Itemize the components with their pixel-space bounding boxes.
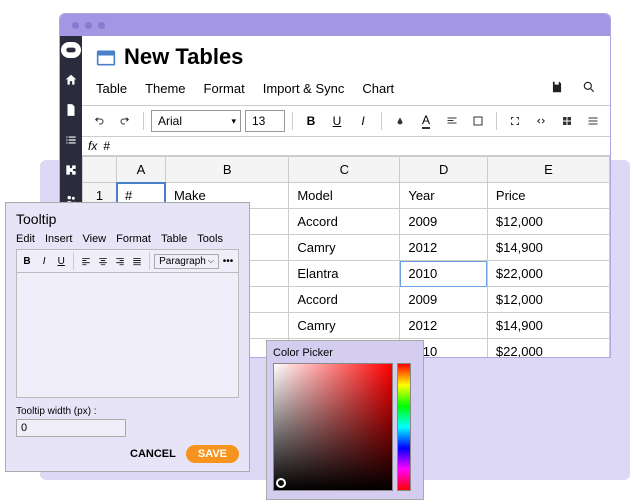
column-header[interactable]: D <box>400 157 488 183</box>
tp-paragraph-select[interactable]: Paragraph⌵ <box>154 254 219 269</box>
text-color-icon[interactable]: A <box>415 110 437 132</box>
tooltip-toolbar: B I U Paragraph⌵ ••• <box>16 249 239 273</box>
table-icon <box>96 48 116 66</box>
cancel-button[interactable]: CANCEL <box>130 448 176 460</box>
tp-align-left-icon[interactable] <box>78 252 94 270</box>
tooltip-menubar: Edit Insert View Format Table Tools <box>16 233 239 245</box>
menu-format[interactable]: Format <box>204 81 245 96</box>
tooltip-editor[interactable] <box>16 273 239 398</box>
fullscreen-icon[interactable] <box>504 110 526 132</box>
tp-menu-table[interactable]: Table <box>161 233 187 245</box>
cell[interactable]: 2012 <box>400 313 488 339</box>
menu-table[interactable]: Table <box>96 81 127 96</box>
tp-menu-insert[interactable]: Insert <box>45 233 73 245</box>
cell[interactable]: $22,000 <box>487 261 609 287</box>
column-header[interactable]: A <box>117 157 166 183</box>
window-titlebar <box>60 14 610 36</box>
undo-icon[interactable] <box>88 110 110 132</box>
font-family-select[interactable]: Arial <box>151 110 241 132</box>
column-header[interactable]: E <box>487 157 609 183</box>
home-icon[interactable] <box>63 72 79 88</box>
tp-align-center-icon[interactable] <box>95 252 111 270</box>
save-button[interactable]: SAVE <box>186 445 239 463</box>
grid-icon[interactable] <box>556 110 578 132</box>
color-picker-title: Color Picker <box>273 347 417 359</box>
fx-label: fx <box>88 139 97 153</box>
cell[interactable]: $14,900 <box>487 235 609 261</box>
puzzle-icon[interactable] <box>63 162 79 178</box>
tp-italic-icon[interactable]: I <box>36 252 52 270</box>
page-title: New Tables <box>124 44 243 70</box>
cell[interactable]: Price <box>487 183 609 209</box>
format-toolbar: Arial 13 B U I A <box>82 105 610 137</box>
more-icon[interactable] <box>582 110 604 132</box>
sidebar-toggle-icon[interactable] <box>61 42 81 58</box>
bold-icon[interactable]: B <box>300 110 322 132</box>
save-icon[interactable] <box>550 80 564 97</box>
menubar: Table Theme Format Import & Sync Chart <box>82 74 610 105</box>
cell[interactable]: $22,000 <box>487 339 609 358</box>
color-picker-panel: Color Picker <box>266 340 424 500</box>
list-icon[interactable] <box>63 132 79 148</box>
tp-more-icon[interactable]: ••• <box>220 252 236 270</box>
tp-align-justify-icon[interactable] <box>129 252 145 270</box>
tp-underline-icon[interactable]: U <box>53 252 69 270</box>
border-icon[interactable] <box>467 110 489 132</box>
tooltip-width-label: Tooltip width (px) : <box>16 406 239 417</box>
column-header[interactable]: C <box>289 157 400 183</box>
cell[interactable]: Camry <box>289 313 400 339</box>
code-icon[interactable] <box>530 110 552 132</box>
cell[interactable]: Elantra <box>289 261 400 287</box>
tooltip-width-input[interactable] <box>16 419 126 437</box>
color-gradient[interactable] <box>273 363 393 491</box>
cell[interactable]: Accord <box>289 287 400 313</box>
cell[interactable]: $12,000 <box>487 209 609 235</box>
tooltip-panel: Tooltip Edit Insert View Format Table To… <box>5 202 250 472</box>
document-icon[interactable] <box>63 102 79 118</box>
color-cursor[interactable] <box>276 478 286 488</box>
underline-icon[interactable]: U <box>326 110 348 132</box>
cell[interactable]: Camry <box>289 235 400 261</box>
search-icon[interactable] <box>582 80 596 97</box>
fx-value: # <box>103 139 110 153</box>
cell[interactable]: Accord <box>289 209 400 235</box>
formula-bar[interactable]: fx # <box>82 137 610 156</box>
tp-menu-edit[interactable]: Edit <box>16 233 35 245</box>
tp-bold-icon[interactable]: B <box>19 252 35 270</box>
align-icon[interactable] <box>441 110 463 132</box>
cell[interactable]: $14,900 <box>487 313 609 339</box>
tp-menu-tools[interactable]: Tools <box>197 233 223 245</box>
cell[interactable]: 2010 <box>400 261 488 287</box>
cell[interactable]: Year <box>400 183 488 209</box>
italic-icon[interactable]: I <box>352 110 374 132</box>
cell[interactable]: 2012 <box>400 235 488 261</box>
tp-menu-format[interactable]: Format <box>116 233 151 245</box>
redo-icon[interactable] <box>114 110 136 132</box>
tooltip-title: Tooltip <box>16 211 239 227</box>
cell[interactable]: $12,000 <box>487 287 609 313</box>
menu-import-sync[interactable]: Import & Sync <box>263 81 345 96</box>
fill-color-icon[interactable] <box>389 110 411 132</box>
hue-slider[interactable] <box>397 363 411 491</box>
tp-menu-view[interactable]: View <box>82 233 106 245</box>
menu-chart[interactable]: Chart <box>362 81 394 96</box>
column-header[interactable]: B <box>165 157 288 183</box>
tp-align-right-icon[interactable] <box>112 252 128 270</box>
cell[interactable]: 2009 <box>400 209 488 235</box>
cell[interactable]: 2009 <box>400 287 488 313</box>
menu-theme[interactable]: Theme <box>145 81 185 96</box>
cell[interactable]: Model <box>289 183 400 209</box>
font-size-select[interactable]: 13 <box>245 110 285 132</box>
